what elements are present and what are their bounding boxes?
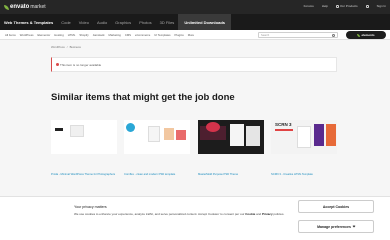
- page-title: Similar items that might get the job don…: [51, 92, 235, 103]
- cart-icon[interactable]: [365, 4, 369, 8]
- item-card[interactable]: MasterMold Purpose PSD Theme: [198, 120, 264, 177]
- category-video[interactable]: Video: [75, 14, 93, 30]
- privacy-policy-link[interactable]: Privacy: [262, 212, 273, 216]
- item-title-link[interactable]: SCRN 3 - Creative HTML Template: [271, 173, 337, 177]
- category-photos[interactable]: Photos: [135, 14, 155, 30]
- item-thumbnail[interactable]: [198, 120, 264, 154]
- item-title-link[interactable]: Cornflex - clean and modern PSD template: [124, 173, 190, 177]
- logo-brand: envato: [10, 4, 30, 10]
- subnav-ui-templates[interactable]: UI Templates: [152, 33, 172, 37]
- cookie-policy-link[interactable]: Cookie: [245, 212, 255, 216]
- item-title-link[interactable]: Proda - Minimal WordPress Theme for Phot…: [51, 173, 117, 177]
- breadcrumb-business[interactable]: Business: [70, 45, 81, 49]
- manage-preferences-button[interactable]: Manage preferences: [298, 220, 374, 233]
- top-header: envato market Forums Help Our Products S…: [0, 0, 390, 14]
- subcategory-nav: All Items WordPress Elementor Hosting HT…: [0, 30, 390, 40]
- item-thumbnail[interactable]: [124, 120, 190, 154]
- cookie-title: Your privacy matters: [74, 205, 107, 209]
- our-products-link[interactable]: Our Products: [335, 4, 358, 8]
- accept-cookies-button[interactable]: Accept Cookies: [298, 200, 374, 213]
- category-audio[interactable]: Audio: [93, 14, 111, 30]
- category-unlimited-downloads[interactable]: Unlimited Downloads: [178, 14, 231, 30]
- unavailable-notice: This item is no longer available: [51, 57, 337, 72]
- envato-logo[interactable]: envato market: [4, 3, 46, 11]
- alert-icon: [56, 63, 59, 66]
- subnav-jamstack[interactable]: Jamstack: [91, 33, 107, 37]
- elements-button[interactable]: elements: [346, 31, 386, 39]
- search-placeholder: Search: [261, 34, 270, 37]
- subnav-more[interactable]: More: [186, 33, 196, 37]
- thumbnail-label: SCRN 3: [275, 122, 292, 127]
- elements-label: elements: [361, 33, 375, 37]
- subnav-shopify[interactable]: Shopify: [77, 33, 90, 37]
- forum-link[interactable]: Forums: [304, 4, 314, 8]
- search-input[interactable]: Search: [258, 32, 338, 38]
- subnav-wordpress[interactable]: WordPress: [18, 33, 36, 37]
- category-web-themes[interactable]: Web Themes & Templates: [0, 14, 57, 30]
- leaf-icon: [4, 4, 9, 10]
- subnav-marketing[interactable]: Marketing: [107, 33, 123, 37]
- item-card[interactable]: Proda - Minimal WordPress Theme for Phot…: [51, 120, 117, 177]
- subnav-all-items[interactable]: All Items: [3, 33, 18, 37]
- item-thumbnail[interactable]: SCRN 3: [271, 120, 337, 154]
- notice-text: This item is no longer available: [60, 62, 102, 67]
- search-icon: [332, 34, 335, 37]
- subnav-html[interactable]: HTML: [66, 33, 78, 37]
- category-3d-files[interactable]: 3D Files: [156, 14, 179, 30]
- item-thumbnail[interactable]: [51, 120, 117, 154]
- subnav-elementor[interactable]: Elementor: [36, 33, 53, 37]
- breadcrumb-separator: /: [66, 45, 68, 49]
- subnav-plugins[interactable]: Plugins: [173, 33, 186, 37]
- leaf-icon: [357, 33, 361, 37]
- item-card[interactable]: SCRN 3 SCRN 3 - Creative HTML Template: [271, 120, 337, 177]
- subnav-cms[interactable]: CMS: [123, 33, 133, 37]
- subnav-hosting[interactable]: Hosting: [52, 33, 65, 37]
- category-nav: Web Themes & Templates Code Video Audio …: [0, 14, 390, 30]
- item-title-link[interactable]: MasterMold Purpose PSD Theme: [198, 173, 264, 177]
- breadcrumb: WordPress / Business: [51, 45, 81, 49]
- item-card[interactable]: Cornflex - clean and modern PSD template: [124, 120, 190, 177]
- subnav-ecommerce[interactable]: eCommerce: [133, 33, 152, 37]
- category-code[interactable]: Code: [57, 14, 75, 30]
- logo-suffix: market: [30, 4, 46, 10]
- cookie-text: We use cookies to enhance your experienc…: [74, 212, 285, 216]
- category-graphics[interactable]: Graphics: [111, 14, 135, 30]
- breadcrumb-wordpress[interactable]: WordPress: [51, 45, 65, 49]
- grid-icon: [335, 4, 339, 8]
- sign-in-link[interactable]: Sign In: [377, 4, 386, 8]
- top-actions: Forums Help Our Products Sign In: [304, 4, 386, 8]
- help-link[interactable]: Help: [322, 4, 328, 8]
- chevron-down-icon: [352, 224, 356, 228]
